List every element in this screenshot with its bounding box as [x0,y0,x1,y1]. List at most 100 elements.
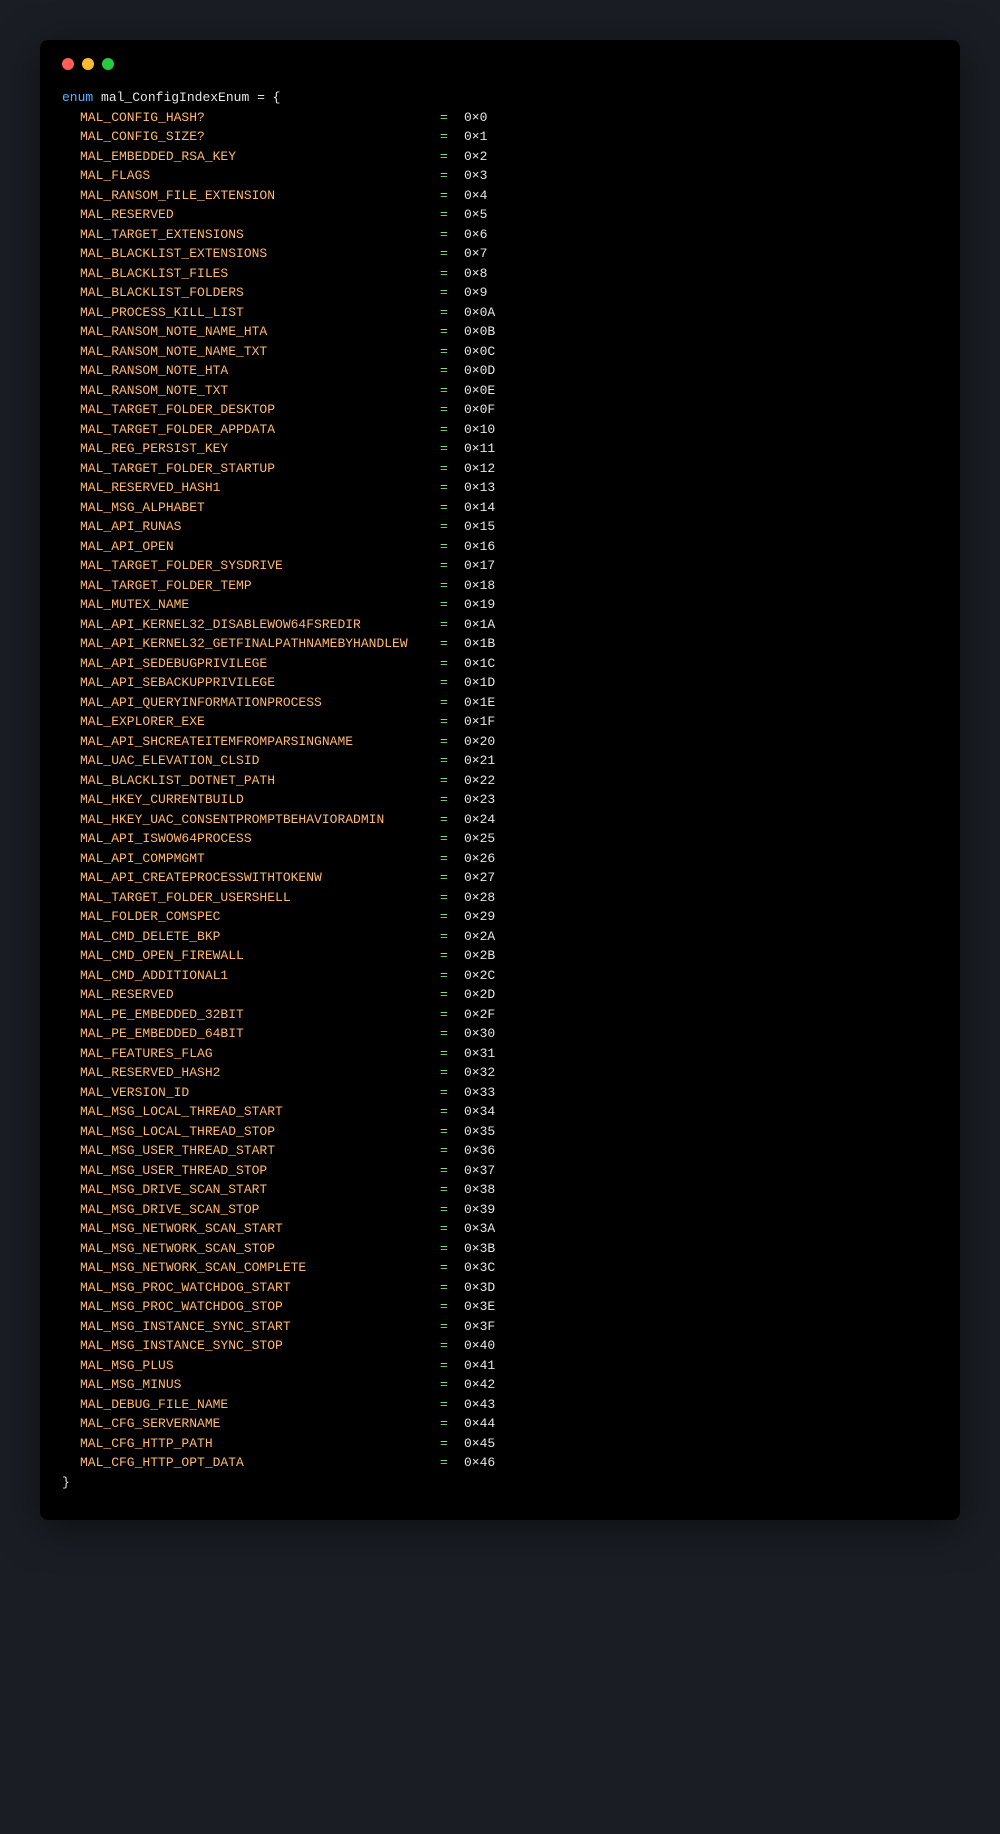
enum-entry-eq: = [440,1297,464,1317]
enum-entry-value: 0×23 [464,790,495,810]
enum-entry-eq: = [440,517,464,537]
enum-entry: MAL_MSG_USER_THREAD_STOP=0×37 [80,1161,938,1181]
window-maximize-button[interactable] [102,58,114,70]
enum-entry-eq: = [440,1414,464,1434]
enum-entry-eq: = [440,751,464,771]
enum-entry-value: 0×0F [464,400,495,420]
enum-entry-value: 0×1F [464,712,495,732]
enum-entry-name: MAL_HKEY_UAC_CONSENTPROMPTBEHAVIORADMIN [80,810,440,830]
enum-entry-name: MAL_UAC_ELEVATION_CLSID [80,751,440,771]
enum-entry-name: MAL_TARGET_FOLDER_DESKTOP [80,400,440,420]
enum-entry-value: 0×3D [464,1278,495,1298]
enum-entry-value: 0×19 [464,595,495,615]
enum-entry-name: MAL_CFG_SERVERNAME [80,1414,440,1434]
enum-entry-value: 0×3A [464,1219,495,1239]
enum-entry-name: MAL_CMD_OPEN_FIREWALL [80,946,440,966]
enum-entry-name: MAL_FEATURES_FLAG [80,1044,440,1064]
enum-entry-value: 0×3C [464,1258,495,1278]
enum-entry-eq: = [440,829,464,849]
enum-entry: MAL_MSG_DRIVE_SCAN_STOP=0×39 [80,1200,938,1220]
enum-entry: MAL_CONFIG_SIZE?=0×1 [80,127,938,147]
enum-entry-eq: = [440,1375,464,1395]
enum-entry: MAL_PROCESS_KILL_LIST=0×0A [80,303,938,323]
enum-entry-eq: = [440,361,464,381]
enum-entry-name: MAL_API_COMPMGMT [80,849,440,869]
enum-entry-name: MAL_MSG_NETWORK_SCAN_START [80,1219,440,1239]
enum-entry-eq: = [440,322,464,342]
enum-entry-name: MAL_API_SHCREATEITEMFROMPARSINGNAME [80,732,440,752]
enum-entry-value: 0×5 [464,205,487,225]
enum-entry-eq: = [440,1278,464,1298]
enum-entry-value: 0×1E [464,693,495,713]
enum-entry-value: 0×40 [464,1336,495,1356]
enum-entry-eq: = [440,244,464,264]
enum-entry-eq: = [440,400,464,420]
enum-entry: MAL_UAC_ELEVATION_CLSID=0×21 [80,751,938,771]
enum-entry-eq: = [440,1317,464,1337]
enum-entry-eq: = [440,537,464,557]
enum-entry-eq: = [440,693,464,713]
enum-entry-name: MAL_RESERVED [80,205,440,225]
enum-entry-eq: = [440,615,464,635]
enum-entry-value: 0×31 [464,1044,495,1064]
enum-entry: MAL_CFG_SERVERNAME=0×44 [80,1414,938,1434]
enum-entry-name: MAL_TARGET_FOLDER_STARTUP [80,459,440,479]
enum-entry-name: MAL_PROCESS_KILL_LIST [80,303,440,323]
enum-entry-name: MAL_BLACKLIST_FOLDERS [80,283,440,303]
enum-entry-name: MAL_CFG_HTTP_PATH [80,1434,440,1454]
enum-entry: MAL_RESERVED_HASH1=0×13 [80,478,938,498]
enum-entry: MAL_MSG_PROC_WATCHDOG_STOP=0×3E [80,1297,938,1317]
enum-entry-eq: = [440,127,464,147]
enum-entry-eq: = [440,673,464,693]
code-content: enum mal_ConfigIndexEnum = { MAL_CONFIG_… [62,88,938,1492]
enum-entry: MAL_MSG_NETWORK_SCAN_COMPLETE=0×3C [80,1258,938,1278]
enum-entry-eq: = [440,1141,464,1161]
enum-entry: MAL_CMD_DELETE_BKP=0×2A [80,927,938,947]
enum-entry-name: MAL_CMD_DELETE_BKP [80,927,440,947]
enum-entry-name: MAL_BLACKLIST_FILES [80,264,440,284]
enum-entry-eq: = [440,1161,464,1181]
enum-entry-value: 0×24 [464,810,495,830]
enum-entry: MAL_MSG_LOCAL_THREAD_STOP=0×35 [80,1122,938,1142]
terminal-window: enum mal_ConfigIndexEnum = { MAL_CONFIG_… [40,40,960,1520]
enum-entry-value: 0×2A [464,927,495,947]
enum-entry-value: 0×0A [464,303,495,323]
enum-entry-value: 0×2B [464,946,495,966]
enum-entry: MAL_CMD_ADDITIONAL1=0×2C [80,966,938,986]
enum-entry-value: 0×2D [464,985,495,1005]
enum-entry-name: MAL_API_OPEN [80,537,440,557]
enum-entry-eq: = [440,907,464,927]
enum-entry-eq: = [440,1180,464,1200]
enum-entry-eq: = [440,1434,464,1454]
window-controls [62,58,938,70]
enum-entry-eq: = [440,868,464,888]
enum-entry-value: 0×35 [464,1122,495,1142]
enum-entry-eq: = [440,342,464,362]
enum-entry-value: 0×11 [464,439,495,459]
enum-entry: MAL_RANSOM_NOTE_HTA=0×0D [80,361,938,381]
enum-entry-value: 0×34 [464,1102,495,1122]
enum-entry: MAL_RESERVED=0×2D [80,985,938,1005]
window-close-button[interactable] [62,58,74,70]
enum-entry: MAL_MSG_MINUS=0×42 [80,1375,938,1395]
enum-entry-value: 0×12 [464,459,495,479]
enum-entry-value: 0×41 [464,1356,495,1376]
enum-entry-name: MAL_RANSOM_NOTE_HTA [80,361,440,381]
enum-entry-name: MAL_RESERVED_HASH2 [80,1063,440,1083]
enum-entry-eq: = [440,498,464,518]
enum-entry-name: MAL_RANSOM_FILE_EXTENSION [80,186,440,206]
enum-entry-value: 0×28 [464,888,495,908]
enum-entry-name: MAL_MSG_MINUS [80,1375,440,1395]
enum-entry: MAL_REG_PERSIST_KEY=0×11 [80,439,938,459]
enum-entry: MAL_MSG_PLUS=0×41 [80,1356,938,1376]
enum-entry-name: MAL_CONFIG_SIZE? [80,127,440,147]
enum-entry: MAL_API_OPEN=0×16 [80,537,938,557]
enum-entry: MAL_TARGET_FOLDER_STARTUP=0×12 [80,459,938,479]
enum-entry-name: MAL_API_KERNEL32_DISABLEWOW64FSREDIR [80,615,440,635]
enum-entry-eq: = [440,1258,464,1278]
window-minimize-button[interactable] [82,58,94,70]
enum-entry-name: MAL_MSG_USER_THREAD_STOP [80,1161,440,1181]
enum-entry-value: 0×3F [464,1317,495,1337]
enum-entry-name: MAL_TARGET_FOLDER_APPDATA [80,420,440,440]
enum-entry-value: 0×0 [464,108,487,128]
